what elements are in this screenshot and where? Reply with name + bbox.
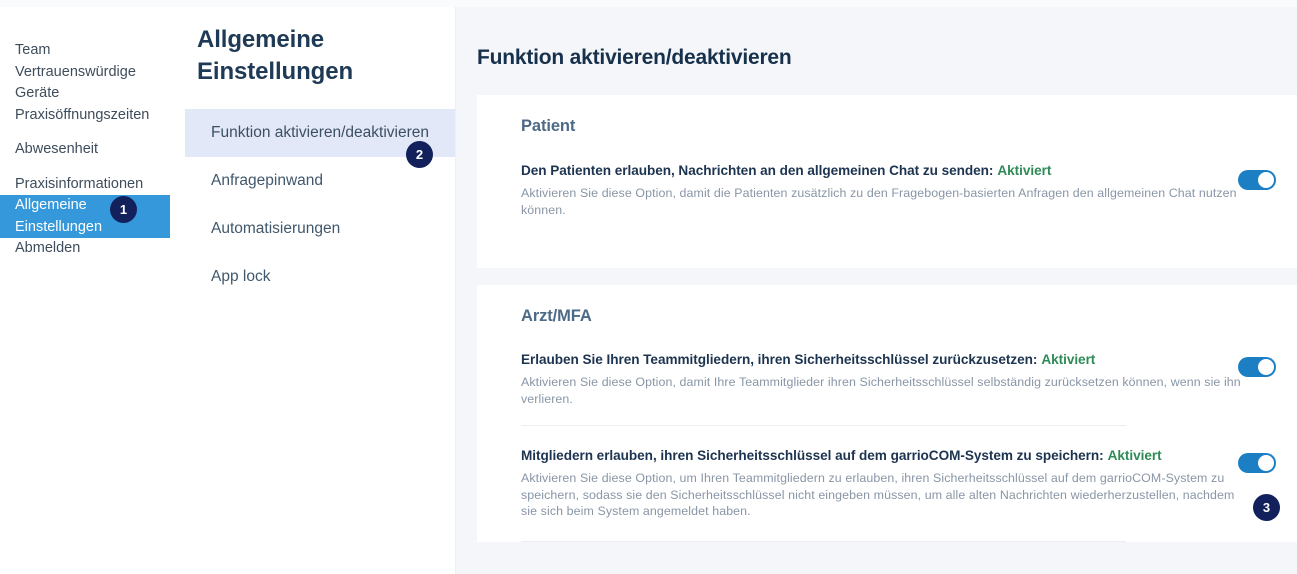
toggle-security-key-store[interactable] bbox=[1238, 453, 1276, 473]
status-badge: Aktiviert bbox=[997, 163, 1052, 178]
status-badge: Aktiviert bbox=[1107, 448, 1162, 463]
sidebar-item-abwesenheit[interactable]: Abwesenheit bbox=[0, 139, 185, 161]
primary-sidebar: Team Vertrauenswürdige Geräte Praxisöffn… bbox=[0, 7, 185, 574]
toggle-knob-icon bbox=[1258, 172, 1274, 188]
card-arzt-mfa: Arzt/MFA Erlauben Sie Ihren Teammitglied… bbox=[477, 285, 1297, 542]
secondary-sidebar-title: Allgemeine Einstellungen bbox=[197, 26, 354, 85]
status-badge: Aktiviert bbox=[1041, 352, 1096, 367]
annotation-marker-2: 2 bbox=[406, 141, 433, 168]
page-title: Funktion aktivieren/deaktivieren bbox=[477, 46, 792, 69]
toggle-patient-chat[interactable] bbox=[1238, 170, 1276, 190]
setting-title: Den Patienten erlauben, Nachrichten an d… bbox=[521, 162, 1297, 180]
setting-title: Erlauben Sie Ihren Teammitgliedern, ihre… bbox=[521, 351, 1297, 369]
setting-title-text: Erlauben Sie Ihren Teammitgliedern, ihre… bbox=[521, 352, 1038, 367]
setting-row-security-key-store: Mitgliedern erlauben, ihren Sicherheitss… bbox=[477, 447, 1297, 520]
sidebar-item-praxisinformationen[interactable]: Praxisinformationen bbox=[0, 174, 185, 196]
tab-app-lock[interactable]: App lock bbox=[185, 253, 455, 301]
row-divider bbox=[521, 540, 1126, 542]
sidebar-item-team[interactable]: Team bbox=[0, 40, 185, 62]
card-heading-arzt-mfa: Arzt/MFA bbox=[521, 307, 592, 325]
sidebar-item-praxisoeffnungszeiten[interactable]: Praxisöffnungszeiten bbox=[0, 105, 185, 127]
top-strip bbox=[0, 0, 1297, 7]
sidebar-item-vertrauenswuerdige-geraete[interactable]: Vertrauenswürdige Geräte bbox=[0, 62, 185, 105]
setting-title-text: Mitgliedern erlauben, ihren Sicherheitss… bbox=[521, 448, 1104, 463]
setting-title: Mitgliedern erlauben, ihren Sicherheitss… bbox=[521, 447, 1297, 465]
sidebar-item-abmelden[interactable]: Abmelden bbox=[0, 238, 185, 260]
setting-title-text: Den Patienten erlauben, Nachrichten an d… bbox=[521, 163, 994, 178]
secondary-sidebar: Allgemeine Einstellungen Funktion aktivi… bbox=[185, 7, 455, 574]
main-content: Funktion aktivieren/deaktivieren Patient… bbox=[456, 7, 1297, 574]
toggle-security-key-reset[interactable] bbox=[1238, 357, 1276, 377]
toggle-knob-icon bbox=[1258, 359, 1274, 375]
secondary-sidebar-list: Funktion aktivieren/deaktivieren Anfrage… bbox=[185, 109, 455, 301]
setting-description: Aktivieren Sie diese Option, damit Ihre … bbox=[521, 375, 1241, 406]
setting-row-security-key-reset: Erlauben Sie Ihren Teammitgliedern, ihre… bbox=[477, 351, 1297, 407]
setting-description: Aktivieren Sie diese Option, damit die P… bbox=[521, 186, 1237, 217]
sidebar-item-allgemeine-einstellungen[interactable]: Allgemeine Einstellungen bbox=[0, 195, 170, 238]
settings-page: Team Vertrauenswürdige Geräte Praxisöffn… bbox=[0, 0, 1297, 574]
setting-row-patient-chat: Den Patienten erlauben, Nachrichten an d… bbox=[477, 162, 1297, 218]
card-heading-patient: Patient bbox=[521, 117, 576, 135]
annotation-marker-3: 3 bbox=[1253, 494, 1280, 521]
annotation-marker-1: 1 bbox=[110, 196, 137, 223]
setting-description: Aktivieren Sie diese Option, um Ihren Te… bbox=[521, 471, 1235, 518]
card-patient: Patient Den Patienten erlauben, Nachrich… bbox=[477, 95, 1297, 268]
tab-automatisierungen[interactable]: Automatisierungen bbox=[185, 205, 455, 253]
toggle-knob-icon bbox=[1258, 455, 1274, 471]
row-divider bbox=[521, 425, 1126, 426]
